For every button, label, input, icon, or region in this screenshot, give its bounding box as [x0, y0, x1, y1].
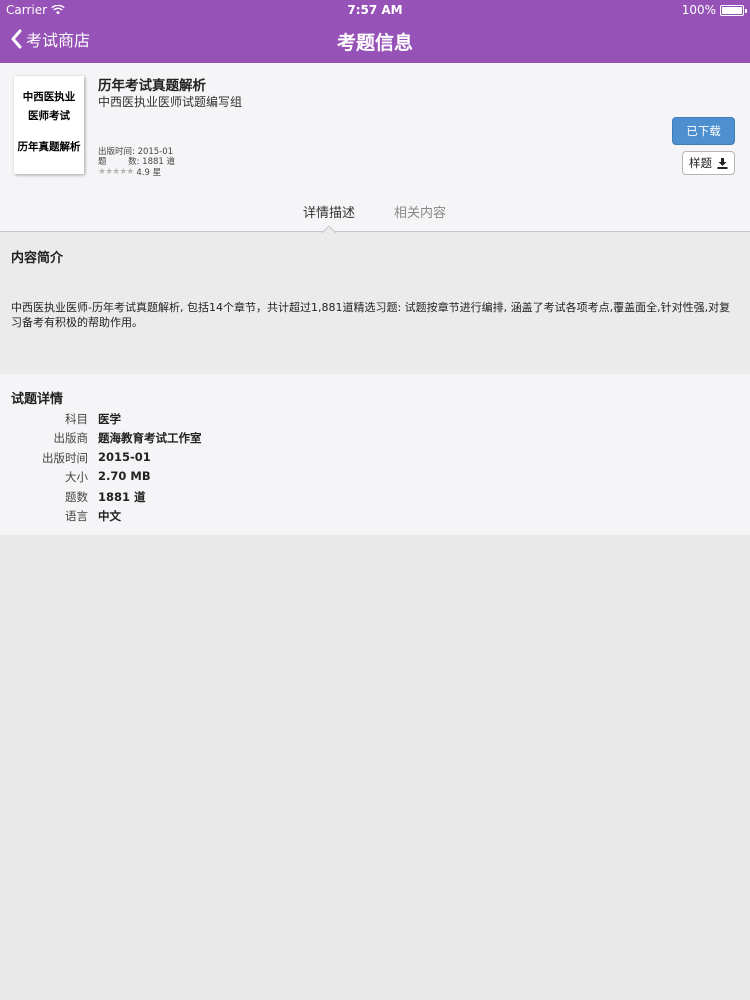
download-icon: [717, 157, 728, 169]
battery-indicator: 100%: [681, 3, 747, 17]
intro-heading: 内容简介: [11, 251, 64, 266]
tab-details[interactable]: 详情描述: [303, 202, 355, 221]
detail-row-publisher: 出版商 题海教育考试工作室: [0, 430, 750, 449]
downloaded-button[interactable]: 已下载: [672, 117, 735, 145]
detail-row-language: 语言 中文: [0, 508, 750, 527]
rating: ★★★★★ 4.9 星: [98, 166, 161, 178]
star-rating-icon: ★★★★★: [98, 167, 134, 177]
rating-text: 4.9 星: [136, 168, 162, 178]
detail-label: 出版商: [53, 431, 89, 445]
detail-row-subject: 科目 医学: [0, 411, 750, 430]
details-section: 试题详情 科目 医学 出版商 题海教育考试工作室 出版时间 2015-01 大小…: [0, 374, 750, 535]
battery-percent: 100%: [681, 3, 716, 17]
detail-value: 2.70 MB: [98, 469, 151, 483]
detail-value: 医学: [98, 412, 121, 426]
detail-row-publish-date: 出版时间 2015-01: [0, 450, 750, 469]
intro-section: 内容简介 中西医执业医师-历年考试真题解析, 包括14个章节，共计超过1,881…: [0, 233, 750, 374]
detail-value: 题海教育考试工作室: [98, 431, 202, 445]
battery-icon: [720, 4, 747, 16]
detail-value: 1881 道: [98, 490, 146, 504]
detail-value: 中文: [98, 509, 121, 523]
status-bar: Carrier 7:57 AM 100%: [0, 0, 750, 20]
cover-title-line: 历年真题解析: [17, 141, 81, 153]
detail-label: 科目: [65, 412, 88, 426]
book-title: 历年考试真题解析: [98, 78, 206, 94]
cover-title-line: 医师考试: [28, 110, 70, 122]
status-time: 7:57 AM: [347, 3, 403, 17]
app-header: Carrier 7:57 AM 100% 考试商店 考题信息: [0, 0, 750, 63]
page-title: 考题信息: [336, 32, 413, 54]
detail-label: 题数: [65, 490, 88, 504]
cover-title-line: 中西医执业: [22, 91, 76, 103]
book-cover: 中西医执业 医师考试 历年真题解析: [14, 76, 84, 174]
detail-row-question-count: 题数 1881 道: [0, 489, 750, 508]
intro-text: 中西医执业医师-历年考试真题解析, 包括14个章节，共计超过1,881道精选习题…: [11, 301, 731, 329]
product-header: 中西医执业 医师考试 历年真题解析 历年考试真题解析 中西医执业医师试题编写组 …: [0, 63, 750, 233]
tab-bar: 详情描述 相关内容: [0, 200, 750, 233]
detail-row-size: 大小 2.70 MB: [0, 469, 750, 488]
book-author: 中西医执业医师试题编写组: [98, 95, 243, 109]
detail-label: 语言: [65, 509, 88, 523]
detail-value: 2015-01: [98, 450, 151, 464]
sample-button[interactable]: 样题: [682, 151, 735, 175]
sample-button-label: 样题: [689, 156, 712, 170]
details-heading: 试题详情: [11, 392, 64, 407]
detail-label: 出版时间: [42, 451, 88, 465]
active-tab-indicator: [322, 226, 336, 233]
tab-related[interactable]: 相关内容: [394, 202, 446, 221]
navigation-bar: 考试商店 考题信息: [0, 20, 750, 63]
detail-label: 大小: [65, 470, 88, 484]
